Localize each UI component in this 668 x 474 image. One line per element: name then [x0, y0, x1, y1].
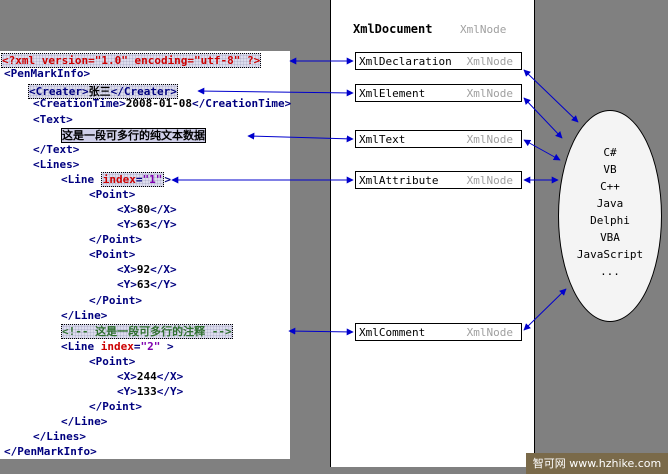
arrow-lang-comment	[523, 288, 567, 331]
arrow-lang-declaration	[523, 69, 579, 123]
arrow-element	[197, 87, 354, 97]
watermark: 智可网 www.hzhike.com	[526, 453, 668, 474]
arrow-comment	[288, 327, 354, 336]
connector-arrows	[171, 57, 579, 336]
arrow-lang-element	[523, 97, 563, 139]
arrow-text	[247, 132, 354, 143]
arrow-lang-text	[523, 139, 561, 161]
